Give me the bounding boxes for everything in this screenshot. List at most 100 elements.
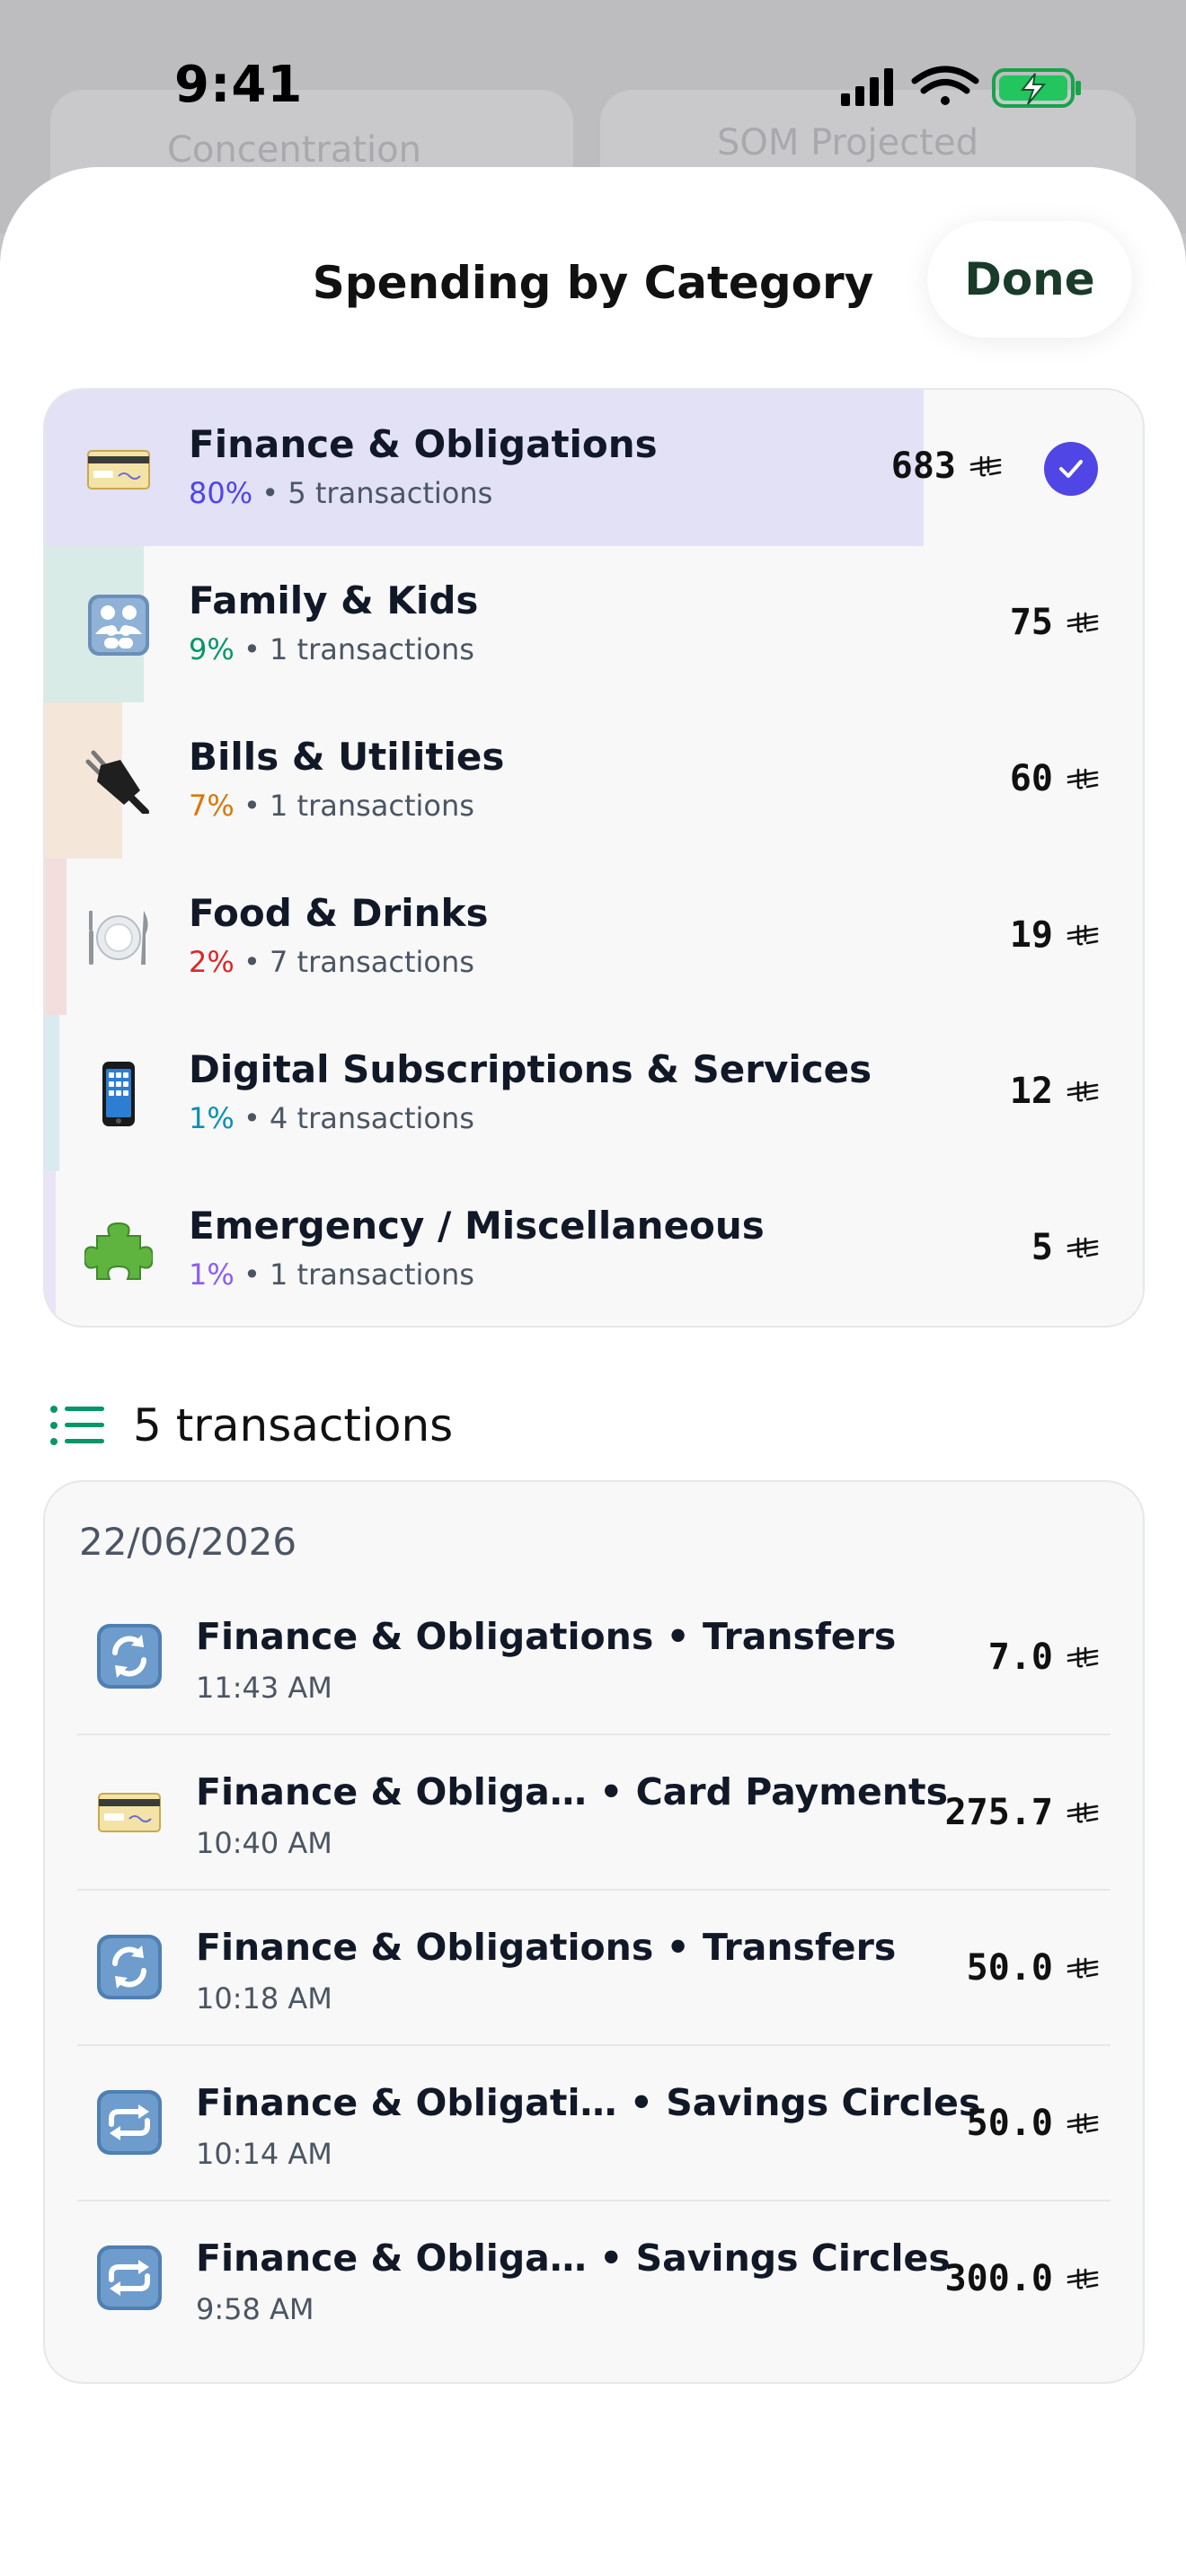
spending-sheet: Spending by Category Done Finance & Obli… [0, 167, 1186, 2576]
category-transaction-count: 7 transactions [269, 945, 474, 979]
plug-icon [84, 749, 153, 816]
separator-dot: • [234, 789, 270, 823]
category-amount: 5 [1031, 1227, 1100, 1268]
category-amount: 60 [1010, 758, 1100, 799]
category-share-bar [45, 1171, 57, 1326]
separator-dot: • [234, 945, 270, 979]
transaction-row[interactable]: Finance & Obliga… • Savings Circles 9:58 … [77, 2202, 1111, 2357]
puzzle-icon [83, 1218, 155, 1283]
transactions-date: 22/06/2026 [79, 1520, 297, 1564]
category-amount-value: 5 [1031, 1227, 1053, 1268]
category-amount-value: 12 [1009, 1071, 1053, 1112]
category-name: Food & Drinks [189, 891, 489, 935]
saudi-riyal-icon [1067, 1646, 1099, 1668]
status-time: 9:41 [174, 56, 304, 114]
transaction-name: Finance & Obligati… • Savings Circles [196, 2081, 981, 2124]
row-divider [77, 2200, 1111, 2201]
transactions-list: 22/06/2026 Finance & Obligations • Trans… [43, 1480, 1145, 2384]
transaction-name: Finance & Obliga… • Savings Circles [196, 2236, 951, 2280]
status-icons [841, 66, 1081, 108]
refresh-icon [95, 1622, 164, 1690]
transactions-count: 5 transactions [133, 1399, 454, 1451]
transaction-amount-value: 7.0 [987, 1636, 1053, 1678]
category-subtitle: 9% • 1 transactions [189, 632, 474, 666]
transactions-header: 5 transactions [49, 1394, 453, 1457]
transaction-name: Finance & Obligations • Transfers [196, 1615, 897, 1658]
saudi-riyal-icon [969, 455, 1002, 477]
saudi-riyal-icon [1067, 924, 1099, 946]
category-amount: 75 [1010, 602, 1100, 643]
separator-dot: • [234, 632, 270, 666]
category-row[interactable]: Bills & Utilities 7% • 1 transactions 60 [45, 702, 1143, 859]
plate-cutlery-icon [84, 905, 153, 970]
category-subtitle: 7% • 1 transactions [189, 789, 474, 823]
category-amount: 12 [1010, 1071, 1100, 1112]
saudi-riyal-icon [1067, 1957, 1099, 1979]
category-list: Finance & Obligations 80% • 5 transaction… [43, 388, 1145, 1328]
category-percent: 7% [189, 789, 235, 823]
category-percent: 2% [189, 945, 235, 979]
transaction-amount-value: 275.7 [944, 1792, 1053, 1833]
category-amount: 683 [891, 446, 1003, 487]
category-amount: 19 [1010, 914, 1100, 956]
battery-charging-icon [992, 68, 1081, 108]
category-name: Digital Subscriptions & Services [189, 1047, 872, 1091]
transaction-time: 10:40 AM [196, 1826, 332, 1860]
transaction-amount: 50.0 [967, 1947, 1100, 1989]
row-divider [77, 1734, 1111, 1735]
category-row[interactable]: Emergency / Miscellaneous 1% • 1 transact… [45, 1171, 1143, 1326]
category-transaction-count: 1 transactions [269, 1257, 474, 1292]
category-name: Emergency / Miscellaneous [189, 1204, 765, 1248]
category-transaction-count: 1 transactions [269, 789, 474, 823]
transaction-time: 11:43 AM [196, 1671, 332, 1705]
category-amount-value: 683 [890, 446, 956, 487]
transaction-amount: 300.0 [945, 2258, 1100, 2299]
category-share-bar [45, 859, 67, 1015]
transaction-row[interactable]: Finance & Obliga… • Card Payments 10:40 A… [77, 1736, 1111, 1891]
category-share-bar [45, 390, 924, 546]
category-subtitle: 2% • 7 transactions [189, 945, 474, 979]
row-divider [77, 2044, 1111, 2046]
category-percent: 9% [189, 632, 235, 666]
category-row[interactable]: Digital Subscriptions & Services 1% • 4 t… [45, 1015, 1143, 1171]
transaction-amount-value: 50.0 [966, 2103, 1053, 2144]
category-row[interactable]: Food & Drinks 2% • 7 transactions 19 [45, 859, 1143, 1015]
done-button[interactable]: Done [927, 221, 1132, 338]
wifi-icon [911, 66, 979, 105]
transaction-time: 10:18 AM [196, 1981, 332, 2016]
transaction-name: Finance & Obliga… • Card Payments [196, 1770, 948, 1813]
category-amount-value: 60 [1009, 758, 1053, 799]
category-transaction-count: 1 transactions [269, 632, 474, 666]
transaction-row[interactable]: Finance & Obligati… • Savings Circles 10:… [77, 2047, 1111, 2201]
transaction-amount: 275.7 [945, 1792, 1100, 1833]
selected-check-icon [1044, 442, 1098, 496]
category-amount-value: 75 [1009, 602, 1053, 643]
saudi-riyal-icon [1067, 1802, 1099, 1823]
category-subtitle: 80% • 5 transactions [189, 476, 492, 510]
transaction-row[interactable]: Finance & Obligations • Transfers 10:18 A… [77, 1892, 1111, 2046]
transaction-amount-value: 300.0 [944, 2258, 1053, 2299]
category-transaction-count: 5 transactions [288, 476, 493, 510]
row-divider [77, 1889, 1111, 1891]
saudi-riyal-icon [1067, 2113, 1099, 2134]
separator-dot: • [234, 1101, 270, 1135]
repeat-icon [95, 2088, 164, 2157]
transaction-name: Finance & Obligations • Transfers [196, 1926, 897, 1969]
transaction-amount: 50.0 [967, 2103, 1100, 2144]
saudi-riyal-icon [1067, 2268, 1099, 2289]
phone-icon [84, 1062, 153, 1126]
refresh-icon [95, 1933, 164, 2001]
credit-card-icon [84, 437, 153, 501]
transaction-time: 9:58 AM [196, 2292, 314, 2326]
category-row[interactable]: Finance & Obligations 80% • 5 transaction… [45, 390, 1143, 546]
transaction-row[interactable]: Finance & Obligations • Transfers 11:43 A… [77, 1581, 1111, 1735]
cellular-signal-icon [841, 68, 893, 106]
saudi-riyal-icon [1067, 612, 1099, 633]
category-row[interactable]: Family & Kids 9% • 1 transactions 75 [45, 546, 1143, 702]
category-name: Family & Kids [189, 578, 479, 622]
status-bar: 9:41 [0, 0, 1186, 171]
credit-card-icon [95, 1778, 164, 1846]
category-percent: 1% [189, 1257, 235, 1292]
transaction-amount: 7.0 [988, 1636, 1100, 1678]
family-icon [84, 593, 153, 657]
